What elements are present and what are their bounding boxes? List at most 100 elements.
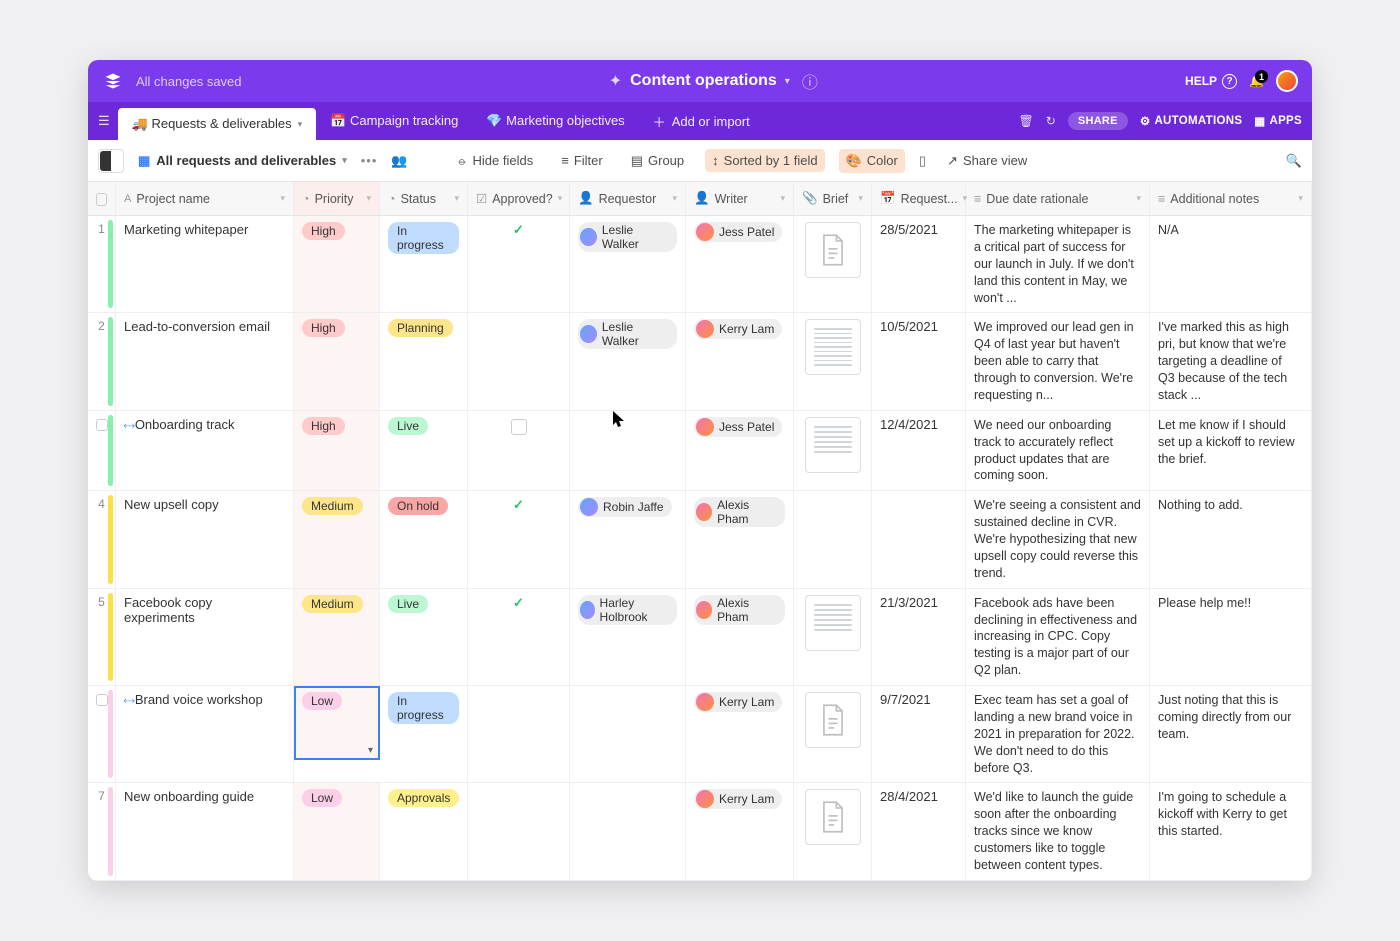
cell-requestor[interactable]: Harley Holbrook <box>570 589 686 685</box>
cell-project-name[interactable]: Facebook copy experiments <box>116 589 294 685</box>
cell-project-name[interactable]: ⤢Onboarding track <box>116 411 294 491</box>
cell-project-name[interactable]: Marketing whitepaper <box>116 216 294 312</box>
attachment-thumb[interactable] <box>805 417 861 473</box>
cell-brief[interactable] <box>794 313 872 409</box>
group-button[interactable]: ▤Group <box>624 149 691 173</box>
attachment-thumb[interactable] <box>805 319 861 375</box>
person-chip[interactable]: Robin Jaffe <box>578 497 672 517</box>
cell-approved[interactable] <box>468 783 570 879</box>
checkbox-empty[interactable] <box>511 419 527 435</box>
cell-rationale[interactable]: Facebook ads have been declining in effe… <box>966 589 1150 685</box>
person-chip[interactable]: Alexis Pham <box>694 497 785 527</box>
cell-brief[interactable] <box>794 411 872 491</box>
attachment-icon[interactable] <box>805 222 861 278</box>
cell-status[interactable]: In progress <box>380 686 468 782</box>
tab-marketing-objectives[interactable]: 💎 Marketing objectives <box>472 107 638 135</box>
cell-status[interactable]: Approvals <box>380 783 468 879</box>
cell-approved[interactable] <box>468 313 570 409</box>
tab-campaign-tracking[interactable]: 📅 Campaign tracking <box>316 107 472 135</box>
base-name[interactable]: Content operations <box>630 72 777 90</box>
row-number[interactable]: 2 <box>88 313 116 409</box>
cell-requestor[interactable] <box>570 411 686 491</box>
cell-status[interactable]: Planning <box>380 313 468 409</box>
cell-date[interactable] <box>872 491 966 587</box>
column-request-date[interactable]: 📅Request...▾ <box>872 182 966 215</box>
cell-rationale[interactable]: We need our onboarding track to accurate… <box>966 411 1150 491</box>
help-link[interactable]: HELP ? <box>1185 74 1237 89</box>
share-button[interactable]: SHARE <box>1068 112 1128 130</box>
automations-button[interactable]: ⚙AUTOMATIONS <box>1140 114 1242 128</box>
cell-status[interactable]: Live <box>380 411 468 491</box>
expand-icon[interactable]: ⤢ <box>121 694 136 709</box>
cell-rationale[interactable]: We improved our lead gen in Q4 of last y… <box>966 313 1150 409</box>
cell-date[interactable]: 28/5/2021 <box>872 216 966 312</box>
cell-priority[interactable]: High <box>294 216 380 312</box>
cell-priority[interactable]: High <box>294 411 380 491</box>
column-approved[interactable]: ☑Approved?▾ <box>468 182 570 215</box>
person-chip[interactable]: Kerry Lam <box>694 789 782 809</box>
hide-fields-button[interactable]: ⦵Hide fields <box>450 149 541 173</box>
sidebar-toggle[interactable] <box>98 149 124 173</box>
chevron-down-icon[interactable]: ▾ <box>342 155 347 166</box>
column-priority[interactable]: ◔Priority▾ <box>294 182 380 215</box>
cell-project-name[interactable]: New onboarding guide <box>116 783 294 879</box>
column-status[interactable]: ◔Status▾ <box>380 182 468 215</box>
attachment-thumb[interactable] <box>805 595 861 651</box>
cell-priority[interactable]: Medium <box>294 491 380 587</box>
person-chip[interactable]: Jess Patel <box>694 222 782 242</box>
info-icon[interactable]: ⓘ <box>802 69 818 93</box>
notifications-button[interactable]: 🔔 1 <box>1249 74 1264 88</box>
cell-brief[interactable] <box>794 783 872 879</box>
row-number[interactable]: 7 <box>88 783 116 879</box>
cell-rationale[interactable]: Exec team has set a goal of landing a ne… <box>966 686 1150 782</box>
cell-requestor[interactable]: Robin Jaffe <box>570 491 686 587</box>
cell-notes[interactable]: Let me know if I should set up a kickoff… <box>1150 411 1312 491</box>
select-all-checkbox[interactable] <box>88 182 116 215</box>
cell-writer[interactable]: Kerry Lam <box>686 686 794 782</box>
cell-date[interactable]: 21/3/2021 <box>872 589 966 685</box>
cell-brief[interactable] <box>794 589 872 685</box>
person-chip[interactable]: Leslie Walker <box>578 319 677 349</box>
row-number[interactable]: 5 <box>88 589 116 685</box>
add-table-button[interactable]: ＋Add or import <box>639 107 764 135</box>
cell-date[interactable]: 12/4/2021 <box>872 411 966 491</box>
cell-project-name[interactable]: Lead-to-conversion email <box>116 313 294 409</box>
column-brief[interactable]: 📎Brief▾ <box>794 182 872 215</box>
cell-priority[interactable]: Low <box>294 783 380 879</box>
more-icon[interactable]: ••• <box>361 153 378 168</box>
cell-requestor[interactable] <box>570 783 686 879</box>
table-row[interactable]: 1 Marketing whitepaper High In progress … <box>88 216 1312 313</box>
column-requestor[interactable]: 👤Requestor▾ <box>570 182 686 215</box>
cell-notes[interactable]: Please help me!! <box>1150 589 1312 685</box>
cell-brief[interactable] <box>794 216 872 312</box>
cell-status[interactable]: Live <box>380 589 468 685</box>
cell-rationale[interactable]: We'd like to launch the guide soon after… <box>966 783 1150 879</box>
row-number[interactable] <box>88 411 116 491</box>
sort-button[interactable]: ↕Sorted by 1 field <box>705 149 824 172</box>
table-row[interactable]: 4 New upsell copy Medium On hold ✓ Robin… <box>88 491 1312 588</box>
person-chip[interactable]: Kerry Lam <box>694 319 782 339</box>
cell-priority[interactable]: Medium <box>294 589 380 685</box>
row-number[interactable]: 1 <box>88 216 116 312</box>
collaborators-icon[interactable]: 👥 <box>391 153 407 169</box>
tab-requests-deliverables[interactable]: 🚚 Requests & deliverables▾ <box>118 108 317 140</box>
chevron-down-icon[interactable]: ▾ <box>298 119 303 130</box>
cell-writer[interactable]: Alexis Pham <box>686 491 794 587</box>
person-chip[interactable]: Leslie Walker <box>578 222 677 252</box>
cell-notes[interactable]: Just noting that this is coming directly… <box>1150 686 1312 782</box>
table-row[interactable]: 2 Lead-to-conversion email High Planning… <box>88 313 1312 410</box>
cell-approved[interactable]: ✓ <box>468 491 570 587</box>
column-writer[interactable]: 👤Writer▾ <box>686 182 794 215</box>
cell-project-name[interactable]: ⤢Brand voice workshop <box>116 686 294 782</box>
cell-date[interactable]: 28/4/2021 <box>872 783 966 879</box>
person-chip[interactable]: Alexis Pham <box>694 595 785 625</box>
column-notes[interactable]: ≡Additional notes▾ <box>1150 182 1312 215</box>
cell-approved[interactable]: ✓ <box>468 589 570 685</box>
row-number[interactable]: 4 <box>88 491 116 587</box>
table-row[interactable]: 7 New onboarding guide Low Approvals Ker… <box>88 783 1312 880</box>
cell-notes[interactable]: I'm going to schedule a kickoff with Ker… <box>1150 783 1312 879</box>
row-number[interactable] <box>88 686 116 782</box>
expand-icon[interactable]: ⤢ <box>121 419 136 434</box>
app-logo-icon[interactable] <box>102 70 124 92</box>
trash-icon[interactable]: 🗑 <box>1019 114 1034 128</box>
